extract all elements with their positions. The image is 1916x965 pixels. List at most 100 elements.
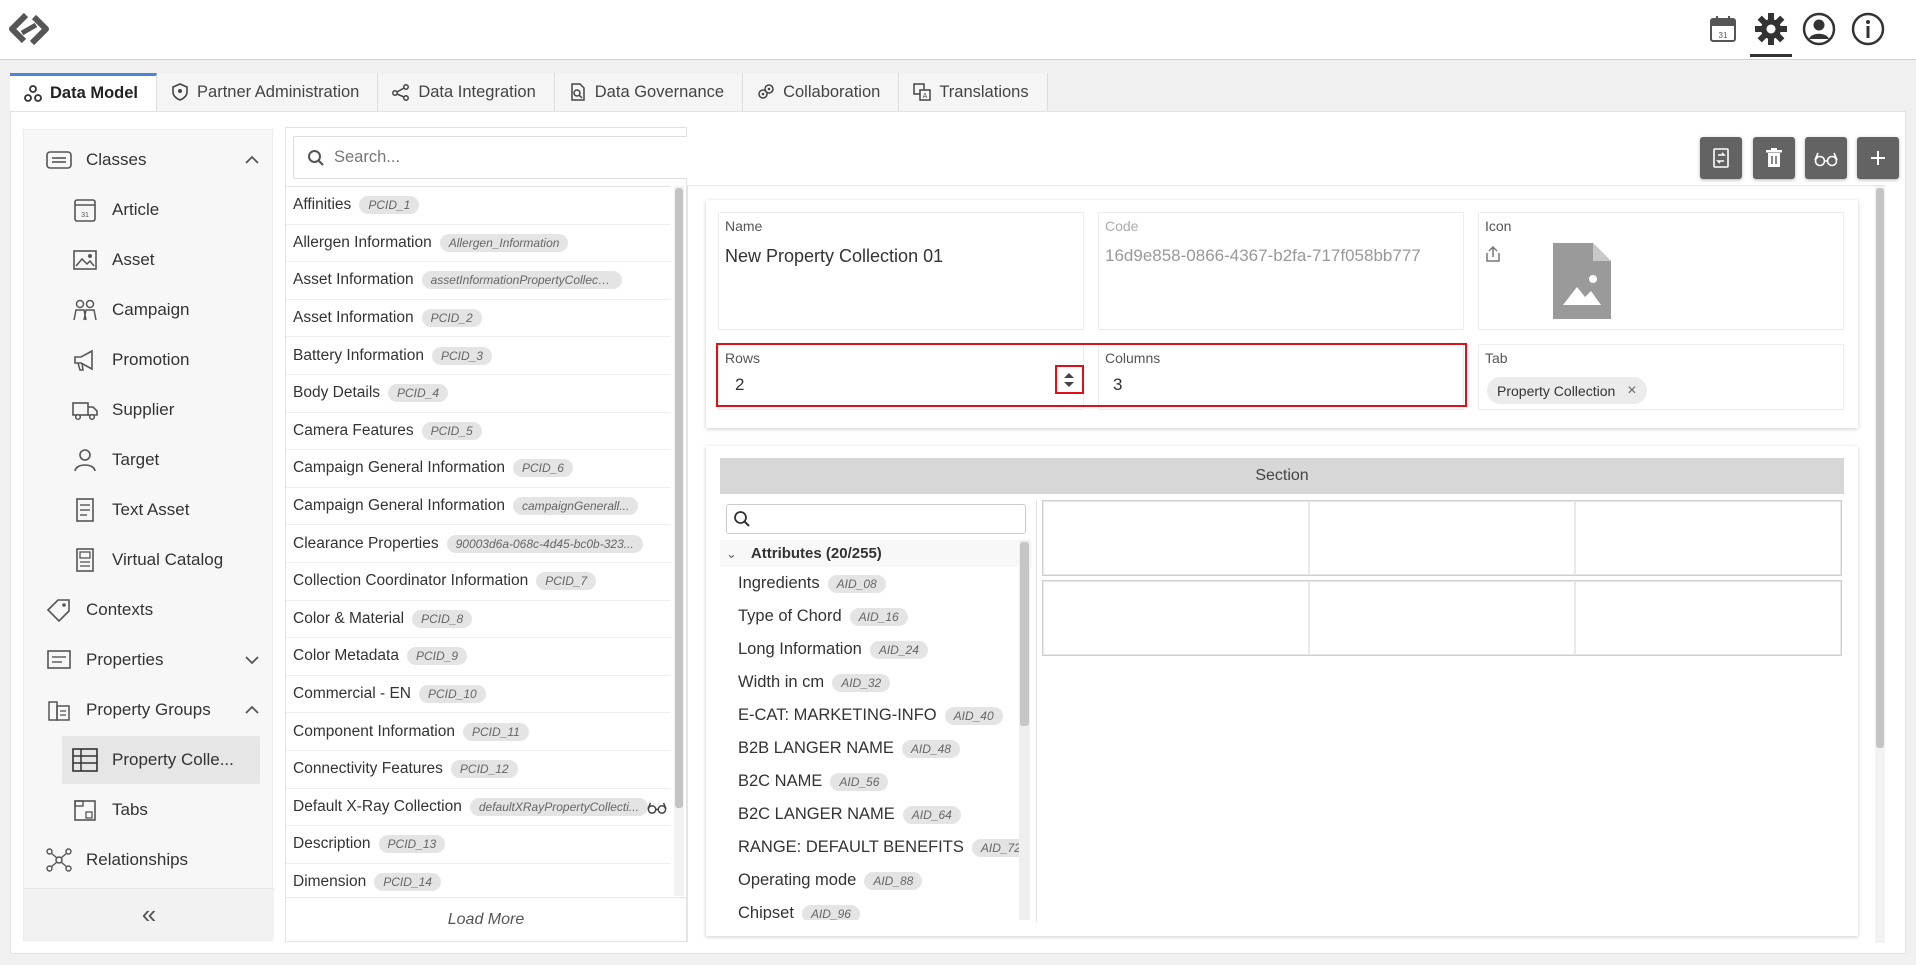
sidebar-item-article[interactable]: 31 Article — [24, 186, 274, 234]
sidebar-item-supplier[interactable]: Supplier — [24, 386, 274, 434]
list-item[interactable]: Camera Features PCID_5 — [286, 413, 670, 451]
tab-data-model[interactable]: Data Model — [10, 73, 158, 111]
sidebar-item-relationships[interactable]: Relationships — [24, 836, 274, 884]
list-item[interactable]: Asset Information assetInformationPropert… — [286, 262, 670, 300]
grid-cell[interactable] — [1309, 581, 1575, 655]
grid-cell[interactable] — [1575, 501, 1841, 575]
sync-button[interactable] — [1700, 137, 1742, 179]
list-item[interactable]: Connectivity Features PCID_12 — [286, 751, 670, 789]
attribute-name: E-CAT: MARKETING-INFO — [738, 706, 937, 724]
attribute-item[interactable]: Type of Chord AID_16 — [720, 600, 1032, 633]
sidebar-item-property-groups[interactable]: Property Groups — [24, 686, 274, 734]
list-item[interactable]: Body Details PCID_4 — [286, 375, 670, 413]
sidebar-item-tabs[interactable]: Tabs — [24, 786, 274, 834]
add-button[interactable] — [1857, 137, 1899, 179]
grid-cell[interactable] — [1043, 581, 1309, 655]
list-item-name: Allergen Information — [293, 233, 432, 251]
sidebar-item-label: Target — [112, 450, 160, 469]
chevron-down-icon[interactable] — [244, 652, 260, 668]
detail-scrollbar[interactable] — [1875, 186, 1885, 943]
sidebar-item-properties[interactable]: Properties — [24, 636, 274, 684]
list-item[interactable]: Affinities PCID_1 — [286, 187, 670, 225]
attribute-item[interactable]: B2B LANGER NAME AID_48 — [720, 732, 1032, 765]
icon-label: Icon — [1485, 218, 1512, 234]
list-item[interactable]: Color & Material PCID_8 — [286, 601, 670, 639]
chevron-up-icon[interactable] — [244, 702, 260, 718]
attribute-item[interactable]: B2C LANGER NAME AID_64 — [720, 798, 1032, 831]
name-field[interactable]: Name New Property Collection 01 — [718, 212, 1084, 330]
list-item[interactable]: Collection Coordinator Information PCID_7 — [286, 563, 670, 601]
list-item[interactable]: Allergen Information Allergen_Information — [286, 225, 670, 263]
attribute-search — [726, 504, 1026, 534]
sidebar-item-target[interactable]: Target — [24, 436, 274, 484]
sidebar-item-classes[interactable]: Classes — [24, 136, 274, 184]
list-item[interactable]: Asset Information PCID_2 — [286, 300, 670, 338]
sidebar-item-label: Virtual Catalog — [112, 550, 224, 569]
sidebar-item-virtual-catalog[interactable]: Virtual Catalog — [24, 536, 274, 584]
grid-cell[interactable] — [1043, 501, 1309, 575]
sidebar-item-campaign[interactable]: Campaign — [24, 286, 274, 334]
attribute-code-chip: AID_08 — [827, 574, 886, 593]
tab-collaboration[interactable]: Collaboration — [743, 73, 900, 111]
list-item[interactable]: Component Information PCID_11 — [286, 713, 670, 751]
delete-button[interactable] — [1753, 137, 1795, 179]
name-value[interactable]: New Property Collection 01 — [725, 246, 943, 267]
sidebar-item-promotion[interactable]: Promotion — [24, 336, 274, 384]
gear-icon[interactable] — [1750, 10, 1792, 57]
view-glasses-icon[interactable] — [646, 798, 668, 816]
info-icon[interactable] — [1849, 10, 1887, 48]
app-logo-icon[interactable] — [6, 9, 52, 49]
search-icon — [308, 150, 324, 166]
list-item[interactable]: Clearance Properties 90003d6a-068c-4d45-b… — [286, 525, 670, 563]
grid-cell[interactable] — [1575, 581, 1841, 655]
attribute-name: Width in cm — [738, 673, 825, 691]
sidebar-item-label: Campaign — [112, 300, 190, 319]
attribute-item[interactable]: RANGE: DEFAULT BENEFITS AID_72 — [720, 831, 1032, 864]
load-more-button[interactable]: Load More — [286, 897, 686, 941]
list-scrollbar[interactable] — [674, 186, 684, 896]
list-item[interactable]: Campaign General Information campaignGene… — [286, 488, 670, 526]
list-item[interactable]: Dimension PCID_14 — [286, 864, 670, 896]
attribute-group-header[interactable]: ⌄ Attributes (20/255) — [720, 540, 1032, 567]
sidebar-item-property-collection[interactable]: Property Colle... — [62, 736, 260, 784]
preview-button[interactable] — [1805, 137, 1847, 179]
megaphone-icon — [74, 349, 93, 371]
calendar-icon[interactable]: 31 — [1704, 10, 1742, 48]
attribute-item[interactable]: Chipset AID_96 — [720, 897, 1032, 920]
attribute-item[interactable]: B2C NAME AID_56 — [720, 765, 1032, 798]
list-item[interactable]: Default X-Ray Collection defaultXRayPrope… — [286, 789, 670, 827]
grid-cell[interactable] — [1309, 501, 1575, 575]
section-grid — [1036, 500, 1848, 922]
upload-icon[interactable] — [1485, 245, 1501, 263]
text-document-icon — [76, 498, 94, 522]
attribute-item[interactable]: E-CAT: MARKETING-INFO AID_40 — [720, 699, 1032, 732]
list-item[interactable]: Color Metadata PCID_9 — [286, 638, 670, 676]
attribute-search-input[interactable] — [757, 505, 1017, 533]
attribute-item[interactable]: Ingredients AID_08 — [720, 567, 1032, 600]
tab-data-governance[interactable]: Data Governance — [554, 73, 744, 111]
attribute-name: B2B LANGER NAME — [738, 739, 894, 757]
tab-field[interactable]: Tab Property Collection × — [1478, 344, 1844, 410]
attribute-item[interactable]: Width in cm AID_32 — [720, 666, 1032, 699]
tab-partner-administration[interactable]: Partner Administration — [157, 73, 379, 111]
section-title: Section — [720, 458, 1844, 494]
sidebar-item-asset[interactable]: Asset — [24, 236, 274, 284]
tab-label: Translations — [939, 82, 1029, 101]
list-item[interactable]: Campaign General Information PCID_6 — [286, 450, 670, 488]
list-item-code-chip: PCID_1 — [359, 196, 420, 215]
remove-chip-icon[interactable]: × — [1627, 382, 1636, 400]
sidebar: Classes 31 Article Asset Campaign Promot… — [23, 129, 274, 941]
collapse-sidebar-button[interactable]: « — [24, 888, 274, 940]
list-item[interactable]: Commercial - EN PCID_10 — [286, 676, 670, 714]
attribute-item[interactable]: Operating mode AID_88 — [720, 864, 1032, 897]
tab-translations[interactable]: A Translations — [899, 73, 1048, 111]
attribute-item[interactable]: Long Information AID_24 — [720, 633, 1032, 666]
user-icon[interactable] — [1800, 10, 1838, 48]
chevron-up-icon[interactable] — [244, 152, 260, 168]
sidebar-item-text-asset[interactable]: Text Asset — [24, 486, 274, 534]
tab-data-integration[interactable]: Data Integration — [378, 73, 555, 111]
list-item[interactable]: Description PCID_13 — [286, 826, 670, 864]
sidebar-item-contexts[interactable]: Contexts — [24, 586, 274, 634]
attribute-scrollbar[interactable] — [1019, 540, 1030, 920]
list-item[interactable]: Battery Information PCID_3 — [286, 337, 670, 375]
